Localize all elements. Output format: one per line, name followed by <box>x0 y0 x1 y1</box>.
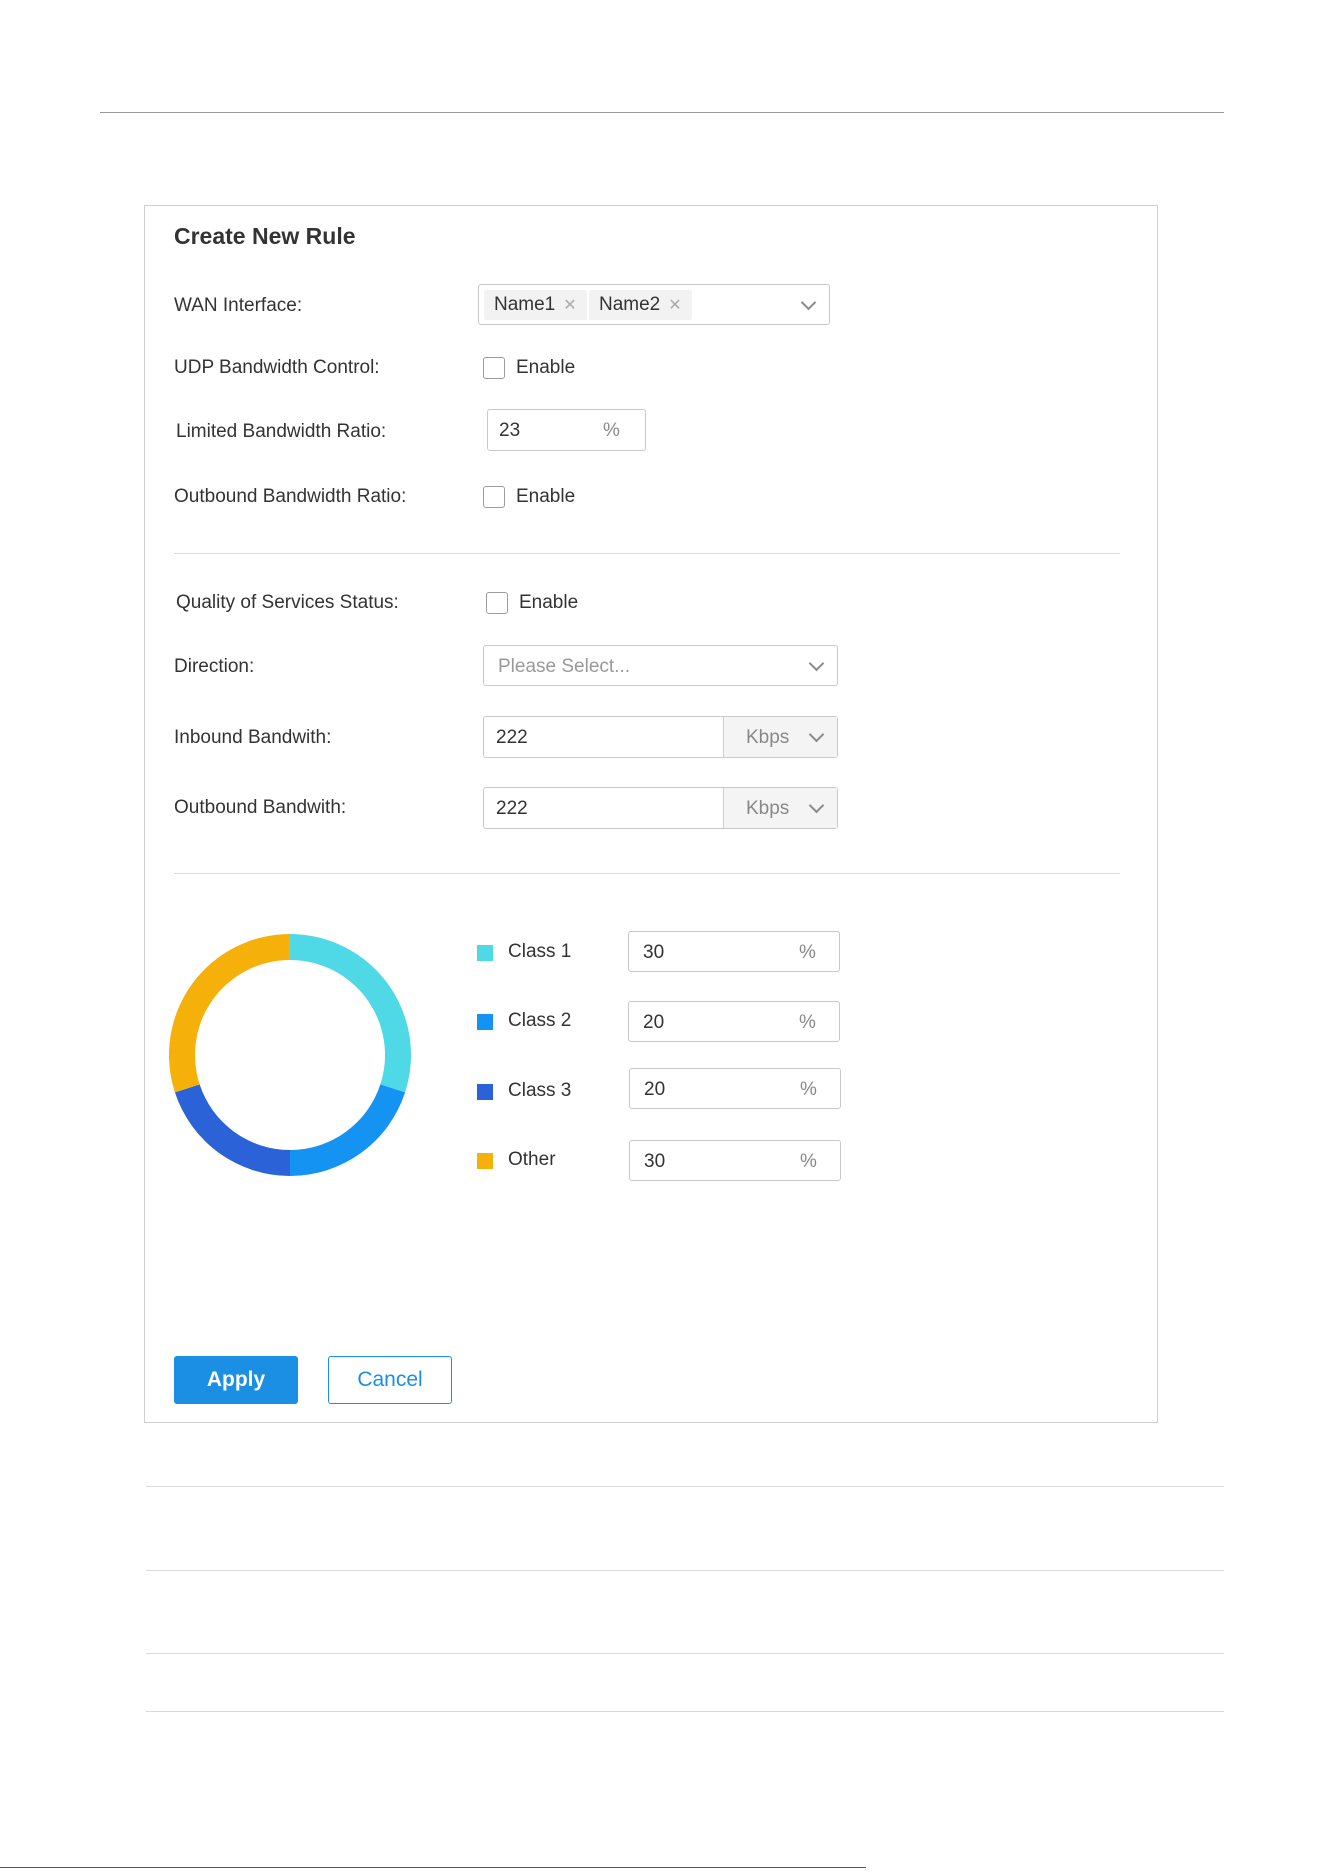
page-title: Create New Rule <box>174 223 356 249</box>
inbound-bandwidth-value: 222 <box>496 727 528 748</box>
limited-ratio-input[interactable]: 23 % <box>487 409 646 451</box>
percent-unit: % <box>603 420 620 441</box>
section-divider <box>174 553 1120 554</box>
class-2-input[interactable]: 20 % <box>628 1001 840 1042</box>
unit-label: Kbps <box>746 727 790 748</box>
class-ratio-donut <box>168 934 411 1176</box>
chevron-down-icon <box>808 797 825 814</box>
inbound-unit-select[interactable]: Kbps <box>723 717 837 757</box>
qos-status-label: Quality of Services Status: <box>176 592 399 613</box>
class-value: 30 <box>643 942 665 963</box>
class-1-input[interactable]: 30 % <box>628 931 840 972</box>
footer-rule-1 <box>146 1486 1224 1487</box>
outbound-bandwidth-label: Outbound Bandwith: <box>174 797 347 818</box>
udp-enable-checkbox[interactable] <box>483 357 505 379</box>
class-value: 30 <box>644 1151 666 1172</box>
wan-tag-label: Name2 <box>599 294 661 315</box>
class-3-swatch <box>477 1084 493 1100</box>
class-name: Class 3 <box>508 1080 572 1101</box>
footer-rule-3 <box>146 1653 1224 1654</box>
remove-tag-icon[interactable]: ✕ <box>563 297 576 314</box>
wan-tag-label: Name1 <box>494 294 556 315</box>
chevron-down-icon <box>808 726 825 743</box>
section-divider <box>174 873 1120 874</box>
outbound-bandwidth-input[interactable]: 222 Kbps <box>483 787 838 829</box>
donut-slice-class-2 <box>290 1084 406 1176</box>
apply-button[interactable]: Apply <box>174 1356 298 1404</box>
percent-unit: % <box>800 1079 817 1100</box>
chevron-down-icon <box>800 294 817 311</box>
unit-label: Kbps <box>746 798 790 819</box>
other-swatch <box>477 1153 493 1169</box>
donut-slice-class-1 <box>290 934 411 1093</box>
cancel-button[interactable]: Cancel <box>328 1356 452 1404</box>
other-input[interactable]: 30 % <box>629 1140 841 1181</box>
qos-enable-label: Enable <box>519 592 579 613</box>
inbound-bandwidth-input[interactable]: 222 Kbps <box>483 716 838 758</box>
limited-ratio-value: 23 <box>499 420 521 441</box>
outbound-ratio-label: Outbound Bandwidth Ratio: <box>174 486 407 507</box>
class-name: Class 2 <box>508 1010 572 1031</box>
class-name: Class 1 <box>508 941 572 962</box>
direction-label: Direction: <box>174 656 255 677</box>
limited-ratio-label: Limited Bandwidth Ratio: <box>176 421 387 442</box>
wan-tag-name1[interactable]: Name1 ✕ <box>484 290 587 320</box>
class-2-swatch <box>477 1014 493 1030</box>
wan-interface-select[interactable]: Name1 ✕ Name2 ✕ <box>478 284 830 325</box>
percent-unit: % <box>799 1012 816 1033</box>
outbound-ratio-checkbox[interactable] <box>483 486 505 508</box>
wan-interface-label: WAN Interface: <box>174 295 303 316</box>
outbound-unit-select[interactable]: Kbps <box>723 788 837 828</box>
class-value: 20 <box>643 1012 665 1033</box>
top-rule <box>100 112 1224 113</box>
percent-unit: % <box>800 1151 817 1172</box>
class-3-input[interactable]: 20 % <box>629 1068 841 1109</box>
donut-slice-class-3 <box>174 1084 290 1176</box>
outbound-ratio-enable-label: Enable <box>516 486 576 507</box>
bottom-rule <box>0 1867 866 1868</box>
class-name: Other <box>508 1149 556 1170</box>
class-1-swatch <box>477 945 493 961</box>
chevron-down-icon <box>808 655 825 672</box>
outbound-bandwidth-value: 222 <box>496 798 528 819</box>
class-value: 20 <box>644 1079 666 1100</box>
udp-bandwidth-label: UDP Bandwidth Control: <box>174 357 380 378</box>
wan-tag-name2[interactable]: Name2 ✕ <box>589 290 692 320</box>
inbound-bandwidth-label: Inbound Bandwith: <box>174 727 332 748</box>
qos-enable-checkbox[interactable] <box>486 592 508 614</box>
udp-enable-label: Enable <box>516 357 576 378</box>
direction-placeholder: Please Select... <box>498 656 631 677</box>
donut-slice-other <box>168 934 290 1093</box>
footer-rule-2 <box>146 1570 1224 1571</box>
percent-unit: % <box>799 942 816 963</box>
footer-rule-4 <box>146 1711 1224 1712</box>
direction-select[interactable]: Please Select... <box>483 645 838 686</box>
remove-tag-icon[interactable]: ✕ <box>668 297 681 314</box>
